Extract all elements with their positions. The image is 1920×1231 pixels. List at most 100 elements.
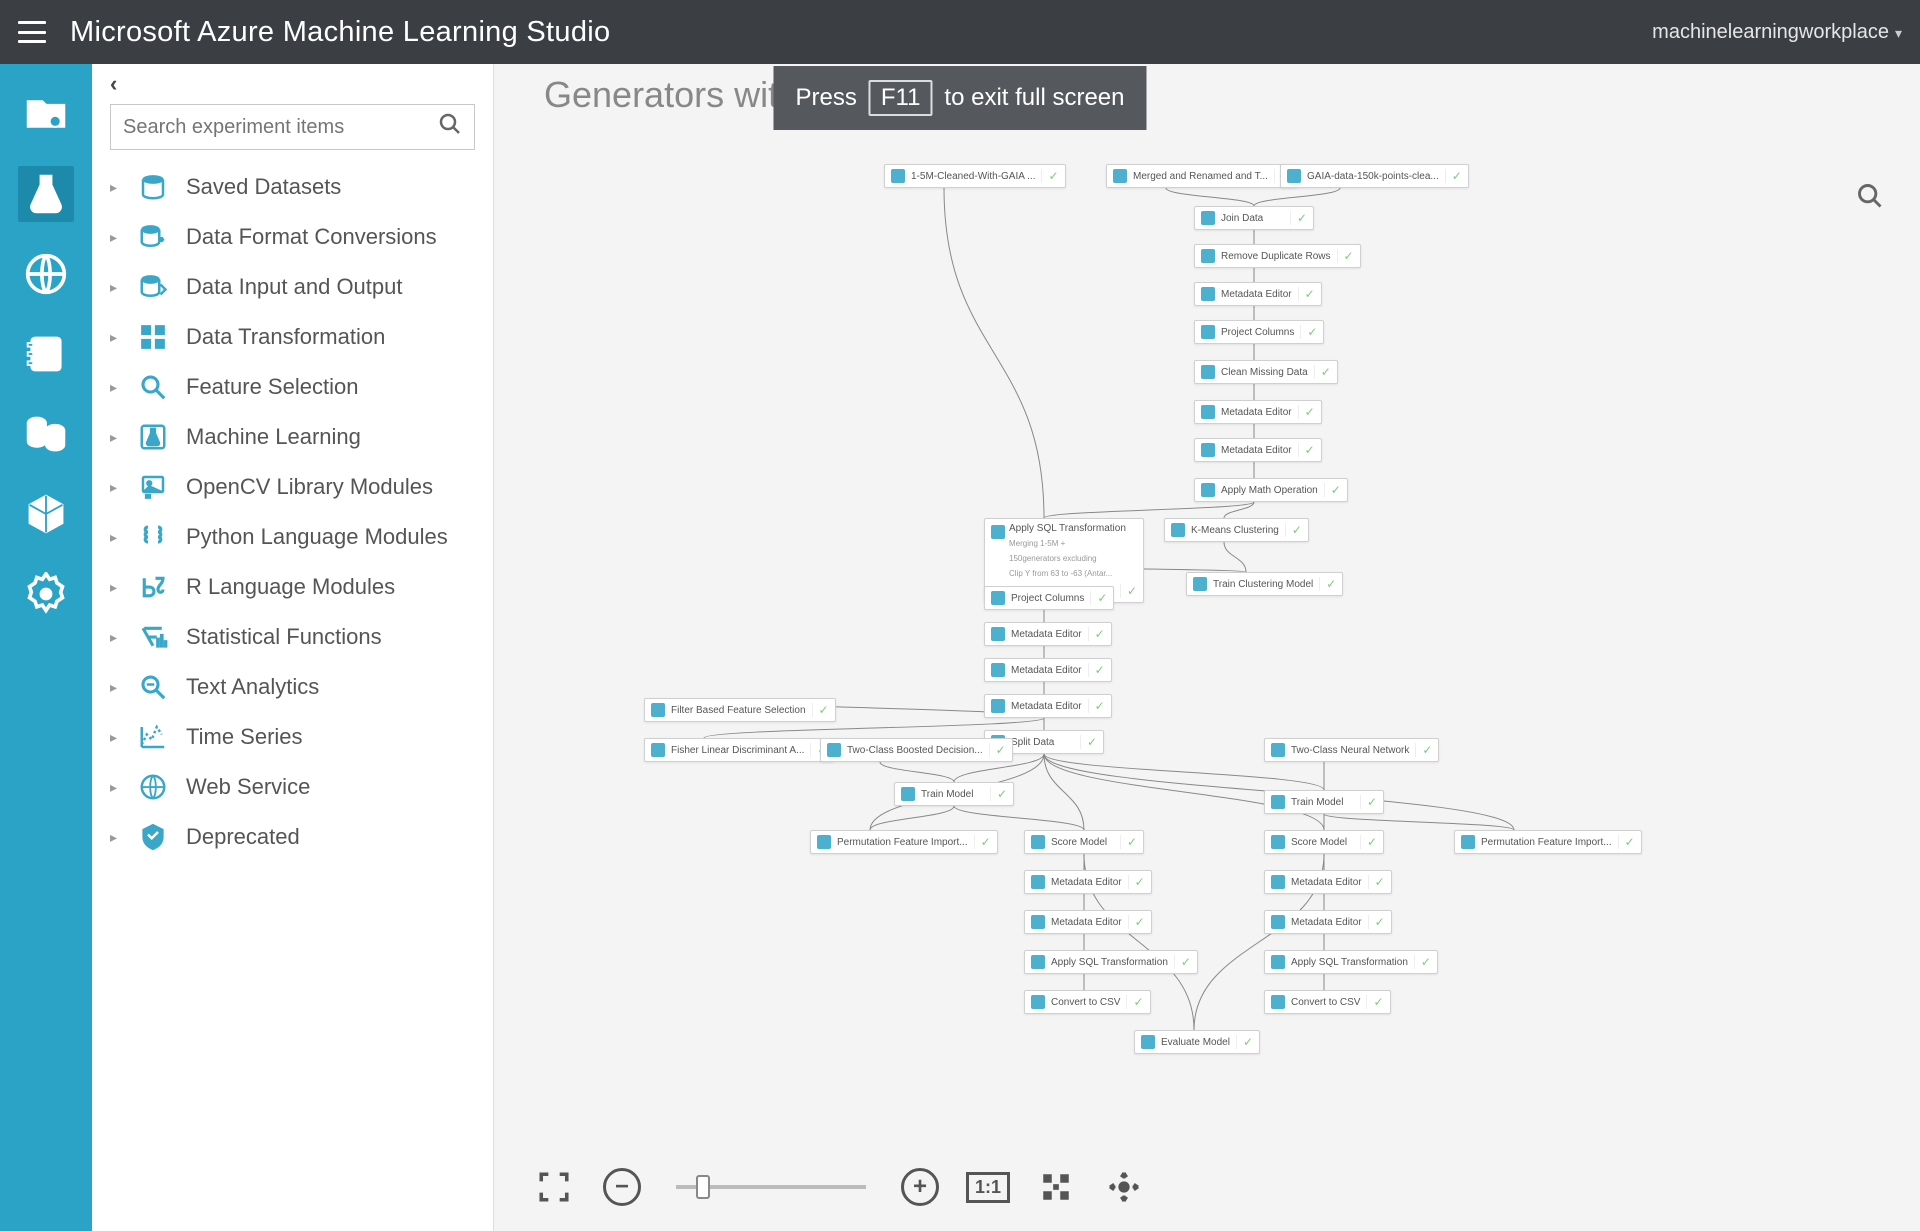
- minimap-button[interactable]: [1034, 1165, 1078, 1209]
- status-check-icon: ✓: [1090, 591, 1107, 605]
- category-item[interactable]: ▸Deprecated: [92, 812, 493, 862]
- module-node[interactable]: Apply SQL Transformation✓: [1264, 950, 1438, 974]
- module-node[interactable]: Score Model✓: [1024, 830, 1144, 854]
- module-node[interactable]: GAIA-data-150k-points-clea...✓: [1280, 164, 1469, 188]
- category-item[interactable]: ▸Data Input and Output: [92, 262, 493, 312]
- category-item[interactable]: ▸ OpenCV Library Modules: [92, 462, 493, 512]
- module-label: K-Means Clustering: [1191, 525, 1279, 536]
- module-node[interactable]: Metadata Editor✓: [984, 658, 1112, 682]
- rail-web-services[interactable]: [18, 246, 74, 302]
- module-label: Project Columns: [1221, 327, 1294, 338]
- module-node[interactable]: Convert to CSV✓: [1264, 990, 1391, 1014]
- module-node[interactable]: Metadata Editor ✓: [984, 694, 1112, 718]
- category-item[interactable]: ▸Time Series: [92, 712, 493, 762]
- rail-experiments[interactable]: [18, 166, 74, 222]
- fs-rest: to exit full screen: [944, 84, 1124, 112]
- module-node[interactable]: Metadata Editor✓: [1024, 910, 1152, 934]
- category-item[interactable]: ▸Web Service: [92, 762, 493, 812]
- module-node[interactable]: Project Columns✓: [1194, 320, 1324, 344]
- expand-icon: ▸: [110, 579, 120, 596]
- module-icon: [1461, 835, 1475, 849]
- module-node[interactable]: Metadata Editor✓: [1194, 400, 1322, 424]
- module-node[interactable]: Metadata Editor✓: [1194, 438, 1322, 462]
- menu-icon[interactable]: [18, 21, 46, 43]
- module-label: Metadata Editor: [1011, 701, 1082, 712]
- module-node[interactable]: K-Means Clustering✓: [1164, 518, 1309, 542]
- search-input[interactable]: [123, 116, 438, 139]
- category-item[interactable]: ▸Python Language Modules: [92, 512, 493, 562]
- module-label: Convert to CSV: [1051, 997, 1120, 1008]
- module-node[interactable]: Join Data✓: [1194, 206, 1314, 230]
- module-node[interactable]: Filter Based Feature Selection✓: [644, 698, 836, 722]
- expand-icon: ▸: [110, 479, 120, 496]
- module-icon: [991, 525, 1005, 539]
- module-node[interactable]: Metadata Editor✓: [1194, 282, 1322, 306]
- module-node[interactable]: Remove Duplicate Rows✓: [1194, 244, 1361, 268]
- module-node[interactable]: Apply SQL Transformation✓: [1024, 950, 1198, 974]
- module-node[interactable]: Evaluate Model✓: [1134, 1030, 1260, 1054]
- module-node[interactable]: Clean Missing Data✓: [1194, 360, 1338, 384]
- rail-trained-models[interactable]: [18, 486, 74, 542]
- module-label: Metadata Editor: [1011, 665, 1082, 676]
- category-item[interactable]: ▸Data Format Conversions: [92, 212, 493, 262]
- palette-search[interactable]: [110, 104, 475, 150]
- module-node[interactable]: Metadata Editor✓: [1264, 870, 1392, 894]
- category-item[interactable]: ▸R Language Modules: [92, 562, 493, 612]
- category-item[interactable]: ▸Saved Datasets: [92, 162, 493, 212]
- zoom-in-button[interactable]: +: [898, 1165, 942, 1209]
- category-item[interactable]: ▸Feature Selection: [92, 362, 493, 412]
- module-node[interactable]: Train Model✓: [1264, 790, 1384, 814]
- module-icon: [1113, 169, 1127, 183]
- expand-icon: ▸: [110, 779, 120, 796]
- module-node[interactable]: Convert to CSV✓: [1024, 990, 1151, 1014]
- module-node[interactable]: Fisher Linear Discriminant A...✓: [644, 738, 834, 762]
- rail-notebooks[interactable]: [18, 326, 74, 382]
- search-icon: [438, 112, 462, 143]
- category-item[interactable]: ▸Data Transformation: [92, 312, 493, 362]
- module-node[interactable]: Train Clustering Model✓: [1186, 572, 1343, 596]
- status-check-icon: ✓: [990, 787, 1007, 801]
- category-label: OpenCV Library Modules: [186, 474, 433, 500]
- module-node[interactable]: Merged and Renamed and T...✓: [1106, 164, 1298, 188]
- zoom-slider[interactable]: [676, 1185, 866, 1189]
- pan-button[interactable]: [1102, 1165, 1146, 1209]
- rail-projects[interactable]: [18, 86, 74, 142]
- module-node[interactable]: Permutation Feature Import...✓: [1454, 830, 1642, 854]
- category-icon: [138, 622, 168, 652]
- module-node[interactable]: Metadata Editor✓: [984, 622, 1112, 646]
- module-node[interactable]: Two-Class Boosted Decision...✓: [820, 738, 1013, 762]
- module-icon: [1271, 875, 1285, 889]
- rail-datasets[interactable]: [18, 406, 74, 462]
- module-node[interactable]: Two-Class Neural Network✓: [1264, 738, 1439, 762]
- palette-collapse-icon[interactable]: ‹: [110, 71, 117, 97]
- module-node[interactable]: Score Model✓: [1264, 830, 1384, 854]
- module-icon: [817, 835, 831, 849]
- module-node[interactable]: Permutation Feature Import...✓: [810, 830, 998, 854]
- module-node[interactable]: Metadata Editor✓: [1264, 910, 1392, 934]
- module-node[interactable]: Train Model✓: [894, 782, 1014, 806]
- category-icon: [138, 522, 168, 552]
- module-icon: [1271, 955, 1285, 969]
- module-node[interactable]: 1-5M-Cleaned-With-GAIA ...✓: [884, 164, 1066, 188]
- fs-press: Press: [795, 84, 856, 112]
- workspace-switcher[interactable]: machinelearningworkplace: [1652, 21, 1902, 44]
- module-node[interactable]: Apply Math Operation✓: [1194, 478, 1348, 502]
- status-check-icon: ✓: [1415, 743, 1432, 757]
- module-node[interactable]: Metadata Editor✓: [1024, 870, 1152, 894]
- category-item[interactable]: ▸Machine Learning: [92, 412, 493, 462]
- status-check-icon: ✓: [1236, 1035, 1253, 1049]
- module-icon: [901, 787, 915, 801]
- experiment-canvas[interactable]: Generators with 1-5M Points 1-5M-Cleaned…: [494, 64, 1920, 1231]
- category-item[interactable]: ▸Text Analytics: [92, 662, 493, 712]
- category-icon: [138, 222, 168, 252]
- module-icon: [991, 591, 1005, 605]
- zoom-out-button[interactable]: −: [600, 1165, 644, 1209]
- module-node[interactable]: Project Columns✓: [984, 586, 1114, 610]
- module-label: Apply Math Operation: [1221, 485, 1318, 496]
- status-check-icon: ✓: [1088, 699, 1105, 713]
- rail-settings[interactable]: [18, 566, 74, 622]
- fit-to-screen-button[interactable]: [532, 1165, 576, 1209]
- category-item[interactable]: ▸Statistical Functions: [92, 612, 493, 662]
- category-icon: [138, 822, 168, 852]
- actual-size-button[interactable]: 1:1: [966, 1165, 1010, 1209]
